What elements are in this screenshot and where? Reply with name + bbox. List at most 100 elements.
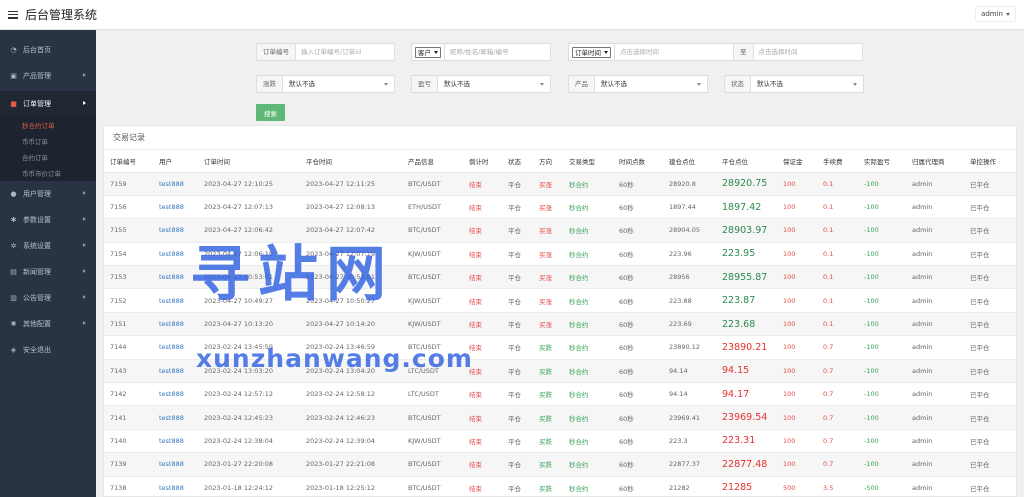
table-cell: 秒合约 (563, 312, 613, 337)
table-cell: 买涨 (533, 265, 563, 290)
sidebar-item-home[interactable]: ◔ 后台首页 (0, 37, 96, 63)
user-menu[interactable]: admin (975, 6, 1016, 22)
start-time-input[interactable] (615, 44, 735, 60)
status-select[interactable]: 默认不选 (751, 76, 863, 92)
search-button[interactable]: 搜索 (256, 104, 285, 121)
status-label: 状态 (725, 76, 751, 92)
chevron-down-icon (697, 83, 701, 86)
time-type-select[interactable]: 订单时间 (569, 44, 615, 60)
table-cell: 21282 (663, 476, 716, 496)
sidebar-item-notice[interactable]: ▥ 公告管理 (0, 285, 96, 311)
sidebar-subitem-seconds-contract[interactable]: 秒合约订单 (0, 117, 96, 133)
chevron-down-icon (384, 83, 388, 86)
sidebar-item-logout[interactable]: ◈ 安全退出 (0, 337, 96, 363)
user-link[interactable]: test888 (159, 203, 184, 211)
sidebar-item-label: 系统设置 (23, 242, 51, 250)
user-link[interactable]: test888 (159, 273, 184, 281)
sidebar-item-params[interactable]: ✱ 参数设置 (0, 207, 96, 233)
user-link[interactable]: test888 (159, 460, 184, 468)
user-link[interactable]: test888 (159, 226, 184, 234)
user-link[interactable]: test888 (159, 320, 184, 328)
table-cell: 100 (777, 452, 817, 477)
table-cell: 已平仓 (964, 265, 1016, 290)
user-link[interactable]: test888 (159, 250, 184, 258)
table-cell: 100 (777, 335, 817, 360)
table-cell: 0.7 (817, 382, 858, 407)
end-time-filter: 至 (733, 43, 863, 61)
table-row: 7153 test888 2023-04-27 10:53:01 2023-04-27… (104, 265, 1016, 290)
table-cell: 28904.05 (663, 218, 716, 243)
table-cell: 结束 (463, 172, 502, 196)
sidebar-item-orders[interactable]: ■ 订单管理 (0, 91, 96, 117)
sidebar-item-system[interactable]: ✲ 系统设置 (0, 233, 96, 259)
gear-icon: ✱ (10, 216, 17, 224)
table-cell: 已平仓 (964, 195, 1016, 220)
user-link[interactable]: test888 (159, 390, 184, 398)
dashboard-icon: ◔ (10, 46, 17, 54)
user-link[interactable]: test888 (159, 343, 184, 351)
table-cell: KJW/USDT (402, 312, 463, 337)
end-time-input[interactable] (753, 44, 862, 60)
table-cell: admin (906, 429, 964, 454)
user-link[interactable]: test888 (159, 367, 184, 375)
table-cell: test888 (153, 288, 198, 313)
table-row: 7138 test888 2023-01-18 12:24:12 2023-01-18… (104, 476, 1016, 496)
menu-toggle-icon[interactable] (8, 10, 18, 19)
table-cell: ETH/USDT (402, 195, 463, 220)
table-cell: 2023-04-27 12:08:13 (300, 195, 402, 220)
sidebar-item-products[interactable]: ▣ 产品管理 (0, 63, 96, 89)
sidebar-subitem-contract-orders[interactable]: 合约订单 (0, 149, 96, 165)
table-cell: 平仓 (502, 405, 533, 430)
table-cell: 买涨 (533, 312, 563, 337)
table-cell: 已平仓 (964, 335, 1016, 360)
sidebar-item-label: 后台首页 (23, 46, 51, 54)
table-cell: 7151 (104, 312, 153, 337)
product-select[interactable]: 默认不选 (595, 76, 707, 92)
sidebar-item-label: 产品管理 (23, 72, 51, 80)
table-cell: 7144 (104, 335, 153, 360)
table-cell: 1897.42 (716, 195, 777, 220)
table-cell: -100 (858, 382, 906, 407)
table-cell: test888 (153, 382, 198, 407)
table-cell: 2023-02-24 13:04:20 (300, 359, 402, 384)
table-cell: 秒合约 (563, 172, 613, 196)
user-link[interactable]: test888 (159, 180, 184, 188)
rise-fall-select[interactable]: 默认不选 (283, 76, 394, 92)
table-cell: 100 (777, 312, 817, 337)
table-cell: 秒合约 (563, 335, 613, 360)
table-cell: 结束 (463, 359, 502, 384)
table-cell: 平仓 (502, 452, 533, 477)
trade-records-table: 订单编号 用户 订单时间 平仓时间 产品信息 倒计时 状态 方向 交易类型 时间点数 建仓点位 平仓点… (104, 150, 1016, 496)
table-cell: 7143 (104, 359, 153, 384)
order-no-input[interactable] (296, 44, 394, 60)
sidebar-subitem-market-orders[interactable]: 币币市价订单 (0, 165, 96, 181)
sidebar-item-news[interactable]: ▤ 新闻管理 (0, 259, 96, 285)
user-link[interactable]: test888 (159, 437, 184, 445)
order-no-filter: 订单编号 (256, 43, 395, 61)
table-cell: -100 (858, 195, 906, 220)
customer-input[interactable] (445, 44, 550, 60)
customer-type-select[interactable]: 客户 (412, 44, 445, 60)
sidebar-item-users[interactable]: ● 用户管理 (0, 181, 96, 207)
user-link[interactable]: test888 (159, 414, 184, 422)
table-cell: 94.14 (663, 359, 716, 384)
table-cell: 100 (777, 405, 817, 430)
user-link[interactable]: test888 (159, 484, 184, 492)
table-cell: 0.7 (817, 405, 858, 430)
profit-value: 默认不选 (444, 80, 470, 88)
table-cell: 7159 (104, 172, 153, 196)
table-cell: 60秒 (613, 172, 663, 196)
table-cell: 22877.48 (716, 452, 777, 477)
profit-select[interactable]: 默认不选 (438, 76, 550, 92)
cart-icon: ▣ (10, 72, 17, 80)
settings-icon: ✺ (10, 320, 17, 328)
table-cell: 秒合约 (563, 359, 613, 384)
sidebar-subitem-coin-orders[interactable]: 币币订单 (0, 133, 96, 149)
table-cell: -100 (858, 172, 906, 196)
user-link[interactable]: test888 (159, 297, 184, 305)
table-cell: 60秒 (613, 382, 663, 407)
table-cell: admin (906, 452, 964, 477)
table-cell: 0.7 (817, 335, 858, 360)
sidebar-item-other[interactable]: ✺ 其他配置 (0, 311, 96, 337)
sidebar-submenu-orders: 秒合约订单 币币订单 合约订单 币币市价订单 (0, 117, 96, 181)
